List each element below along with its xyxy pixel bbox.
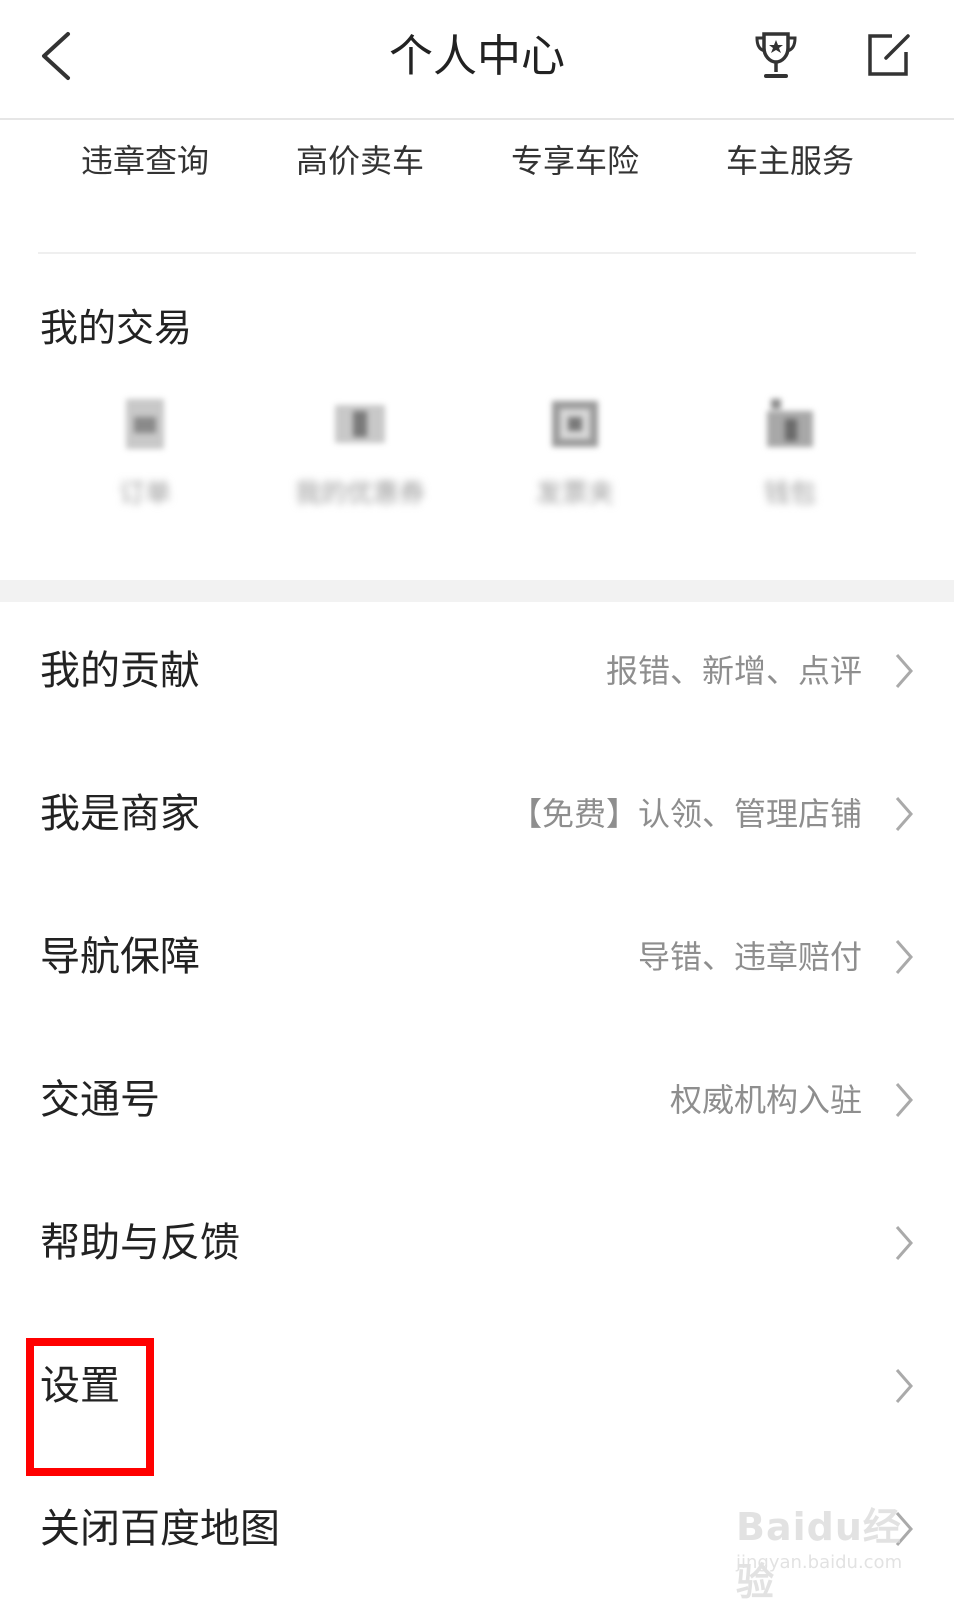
- service-shortcuts: 违章查询 高价卖车 专享车险 车主服务: [0, 130, 954, 200]
- menu-row-traffic-account[interactable]: 交通号 权威机构入驻: [0, 1027, 954, 1173]
- chevron-right-icon: [895, 1083, 913, 1117]
- top-bar: 个人中心: [0, 0, 954, 120]
- menu-row-help-feedback[interactable]: 帮助与反馈: [0, 1170, 954, 1316]
- menu-row-contribution[interactable]: 我的贡献 报错、新增、点评: [0, 598, 954, 744]
- edit-icon[interactable]: [866, 32, 912, 78]
- baidu-jingyan-watermark: Baidu经验 jingyan.baidu.com: [736, 1496, 936, 1604]
- section-divider: [38, 252, 916, 254]
- chevron-right-icon: [895, 940, 913, 974]
- service-car-insurance[interactable]: 专享车险: [475, 130, 675, 192]
- invoice-icon: [552, 401, 598, 447]
- menu-row-label: 我的贡献: [40, 648, 200, 694]
- menu-row-detail: 【免费】认领、管理店铺: [509, 795, 862, 833]
- trade-section-title: 我的交易: [40, 306, 193, 350]
- trade-item-label: 订单: [118, 479, 171, 509]
- service-sell-car[interactable]: 高价卖车: [260, 130, 460, 192]
- menu-row-detail: 权威机构入驻: [669, 1081, 862, 1119]
- chevron-right-icon: [895, 797, 913, 831]
- chevron-right-icon: [895, 654, 913, 688]
- trade-item-coupon[interactable]: 我的优惠券: [260, 395, 460, 515]
- page-title: 个人中心: [389, 31, 565, 82]
- order-icon: [126, 399, 164, 449]
- menu-row-label: 交通号: [40, 1077, 160, 1123]
- menu-row-label: 关闭百度地图: [40, 1506, 280, 1552]
- trade-item-invoice[interactable]: 发票夹: [475, 395, 675, 515]
- service-owner-services[interactable]: 车主服务: [690, 130, 890, 192]
- settings-highlight-box: [26, 1338, 154, 1476]
- menu-row-detail: 报错、新增、点评: [605, 652, 862, 690]
- trade-item-label: 发票夹: [535, 479, 614, 509]
- trade-item-wallet[interactable]: 钱包: [690, 395, 890, 515]
- watermark-logo: Baidu经验: [736, 1505, 902, 1604]
- coupon-icon: [335, 405, 385, 443]
- chevron-right-icon: [895, 1369, 913, 1403]
- menu-row-detail: 导错、违章赔付: [637, 938, 862, 976]
- service-violation-query[interactable]: 违章查询: [45, 130, 245, 192]
- trade-item-order[interactable]: 订单: [45, 395, 245, 515]
- watermark-url: jingyan.baidu.com: [736, 1552, 903, 1573]
- menu-row-merchant[interactable]: 我是商家 【免费】认领、管理店铺: [0, 741, 954, 887]
- menu-row-label: 导航保障: [40, 934, 200, 980]
- chevron-right-icon: [895, 1226, 913, 1260]
- menu-row-navigation-guarantee[interactable]: 导航保障 导错、违章赔付: [0, 884, 954, 1030]
- wallet-icon: [767, 399, 813, 447]
- trade-item-label: 钱包: [763, 479, 816, 509]
- menu-row-label: 帮助与反馈: [40, 1220, 240, 1266]
- trophy-icon[interactable]: [754, 30, 798, 80]
- trade-item-label: 我的优惠券: [294, 479, 425, 509]
- menu-row-label: 我是商家: [40, 791, 200, 837]
